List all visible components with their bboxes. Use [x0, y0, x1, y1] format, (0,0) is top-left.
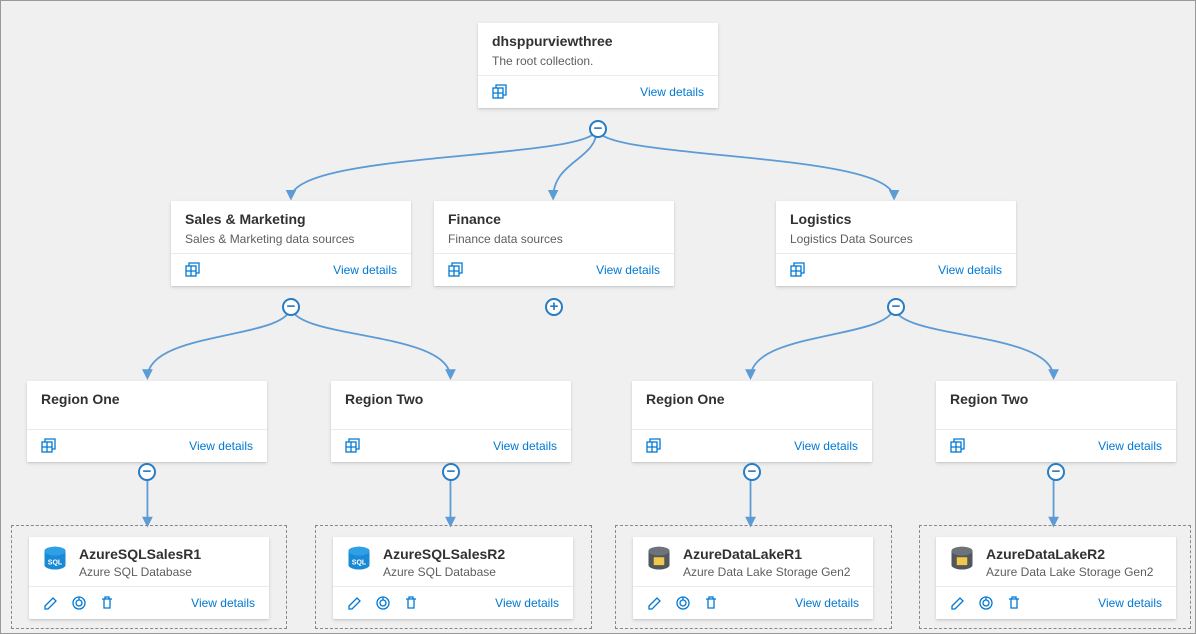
collection-subtitle: Logistics Data Sources — [790, 231, 1002, 247]
collection-icon[interactable] — [448, 262, 464, 278]
collection-card-finance[interactable]: Finance Finance data sources View detail… — [434, 201, 674, 286]
datasource-title: AzureSQLSalesR2 — [383, 545, 505, 563]
delete-icon[interactable] — [99, 595, 115, 611]
view-details-link[interactable]: View details — [794, 439, 858, 453]
collection-subtitle: Finance data sources — [448, 231, 660, 247]
collection-icon[interactable] — [790, 262, 806, 278]
datasource-title: AzureDataLakeR2 — [986, 545, 1153, 563]
datasource-title: AzureDataLakeR1 — [683, 545, 850, 563]
datasource-card-adl2[interactable]: AzureDataLakeR2 Azure Data Lake Storage … — [936, 537, 1176, 619]
edit-icon[interactable] — [950, 595, 966, 611]
collection-title: Sales & Marketing — [185, 209, 397, 229]
collection-subtitle: The root collection. — [492, 53, 704, 69]
datasource-card-sql2[interactable]: SQL AzureSQLSalesR2 Azure SQL Database V… — [333, 537, 573, 619]
view-details-link[interactable]: View details — [191, 596, 255, 610]
collection-card-sales-r2[interactable]: Region Two View details — [331, 381, 571, 462]
delete-icon[interactable] — [403, 595, 419, 611]
collapse-toggle-logistics[interactable]: − — [887, 298, 905, 316]
datasource-subtitle: Azure Data Lake Storage Gen2 — [986, 564, 1153, 580]
collection-icon[interactable] — [492, 84, 508, 100]
collapse-toggle-sales-r1[interactable]: − — [138, 463, 156, 481]
collection-hierarchy-canvas: − − + − − − − − dhsppurviewthree The roo… — [0, 0, 1196, 634]
collapse-toggle-sales-r2[interactable]: − — [442, 463, 460, 481]
azure-sql-icon: SQL — [345, 545, 373, 573]
collection-card-logistics[interactable]: Logistics Logistics Data Sources View de… — [776, 201, 1016, 286]
svg-text:SQL: SQL — [352, 559, 367, 566]
collection-icon[interactable] — [185, 262, 201, 278]
collection-title: Logistics — [790, 209, 1002, 229]
collection-title: dhsppurviewthree — [492, 31, 704, 51]
collection-title: Region One — [646, 389, 858, 409]
edit-icon[interactable] — [347, 595, 363, 611]
collection-icon[interactable] — [950, 438, 966, 454]
view-details-link[interactable]: View details — [495, 596, 559, 610]
scan-icon[interactable] — [978, 595, 994, 611]
scan-icon[interactable] — [675, 595, 691, 611]
collection-icon[interactable] — [41, 438, 57, 454]
datasource-subtitle: Azure SQL Database — [383, 564, 505, 580]
datasource-subtitle: Azure Data Lake Storage Gen2 — [683, 564, 850, 580]
svg-text:SQL: SQL — [48, 559, 63, 566]
collection-title: Finance — [448, 209, 660, 229]
edit-icon[interactable] — [43, 595, 59, 611]
collection-card-log-r2[interactable]: Region Two View details — [936, 381, 1176, 462]
delete-icon[interactable] — [1006, 595, 1022, 611]
datasource-card-adl1[interactable]: AzureDataLakeR1 Azure Data Lake Storage … — [633, 537, 873, 619]
view-details-link[interactable]: View details — [596, 263, 660, 277]
scan-icon[interactable] — [375, 595, 391, 611]
collection-title: Region Two — [345, 389, 557, 409]
collection-title: Region One — [41, 389, 253, 409]
collapse-toggle-root[interactable]: − — [589, 120, 607, 138]
collection-card-sales[interactable]: Sales & Marketing Sales & Marketing data… — [171, 201, 411, 286]
azure-datalake-icon — [948, 545, 976, 573]
datasource-title: AzureSQLSalesR1 — [79, 545, 201, 563]
view-details-link[interactable]: View details — [493, 439, 557, 453]
view-details-link[interactable]: View details — [333, 263, 397, 277]
collection-icon[interactable] — [646, 438, 662, 454]
collection-icon[interactable] — [345, 438, 361, 454]
edit-icon[interactable] — [647, 595, 663, 611]
expand-toggle-finance[interactable]: + — [545, 298, 563, 316]
view-details-link[interactable]: View details — [1098, 439, 1162, 453]
azure-datalake-icon — [645, 545, 673, 573]
azure-sql-icon: SQL — [41, 545, 69, 573]
collection-subtitle: Sales & Marketing data sources — [185, 231, 397, 247]
collection-card-sales-r1[interactable]: Region One View details — [27, 381, 267, 462]
view-details-link[interactable]: View details — [189, 439, 253, 453]
collapse-toggle-log-r2[interactable]: − — [1047, 463, 1065, 481]
view-details-link[interactable]: View details — [1098, 596, 1162, 610]
delete-icon[interactable] — [703, 595, 719, 611]
collection-card-root[interactable]: dhsppurviewthree The root collection. Vi… — [478, 23, 718, 108]
collapse-toggle-sales[interactable]: − — [282, 298, 300, 316]
collapse-toggle-log-r1[interactable]: − — [743, 463, 761, 481]
view-details-link[interactable]: View details — [938, 263, 1002, 277]
collection-title: Region Two — [950, 389, 1162, 409]
datasource-subtitle: Azure SQL Database — [79, 564, 201, 580]
datasource-card-sql1[interactable]: SQL AzureSQLSalesR1 Azure SQL Database V… — [29, 537, 269, 619]
collection-card-log-r1[interactable]: Region One View details — [632, 381, 872, 462]
view-details-link[interactable]: View details — [795, 596, 859, 610]
scan-icon[interactable] — [71, 595, 87, 611]
view-details-link[interactable]: View details — [640, 85, 704, 99]
